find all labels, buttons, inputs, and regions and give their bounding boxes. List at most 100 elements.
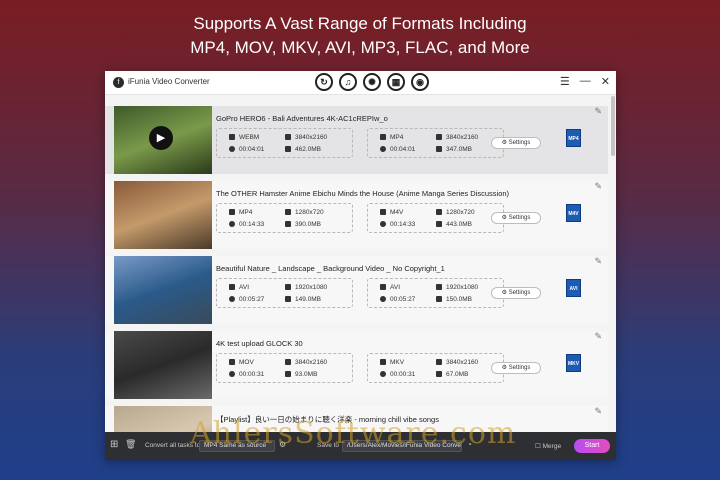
- video-list: ▶ GoPro HERO6 - Bali Adventures 4K-AC1cRE…: [105, 96, 616, 432]
- format-icon: [380, 359, 386, 365]
- settings-button[interactable]: ⚙ Settings: [491, 137, 541, 149]
- output-format-icon[interactable]: MKV: [566, 354, 581, 372]
- output-duration: 00:14:33: [380, 221, 415, 228]
- film-reel-icon[interactable]: ✺: [363, 73, 381, 91]
- merge-checkbox[interactable]: ☐ Merge: [535, 442, 561, 450]
- video-title: Beautiful Nature _ Landscape _ Backgroun…: [216, 264, 445, 273]
- source-duration: 00:00:31: [229, 371, 264, 378]
- edit-icon[interactable]: ✎: [594, 256, 602, 267]
- settings-label: Settings: [508, 215, 531, 221]
- output-format-icon[interactable]: AVI: [566, 279, 581, 297]
- audio-icon[interactable]: ♫: [339, 73, 357, 91]
- gear-icon: ⚙: [501, 140, 509, 146]
- output-size: 150.0MB: [436, 296, 472, 303]
- source-duration-value: 00:05:27: [239, 296, 265, 303]
- source-duration-value: 00:00:31: [239, 371, 265, 378]
- format-icon: [229, 359, 235, 365]
- video-thumbnail[interactable]: ▶: [114, 106, 212, 174]
- output-resolution-value: 1280x720: [446, 209, 475, 216]
- output-format: MP4: [380, 134, 403, 141]
- source-duration: 00:04:01: [229, 146, 264, 153]
- clock-icon: [229, 221, 235, 227]
- film-strip-icon[interactable]: ▦: [387, 73, 405, 91]
- banner-line-1: Supports A Vast Range of Formats Includi…: [193, 14, 527, 33]
- settings-button[interactable]: ⚙ Settings: [491, 362, 541, 374]
- app-window: f iFunia Video Converter ↻ ♫ ✺ ▦ ◉ ☰ — ✕…: [105, 71, 616, 460]
- source-duration: 00:05:27: [229, 296, 264, 303]
- promo-banner: Supports A Vast Range of Formats Includi…: [0, 12, 720, 60]
- settings-button[interactable]: ⚙ Settings: [491, 287, 541, 299]
- source-format: MOV: [229, 359, 254, 366]
- play-icon[interactable]: ▶: [149, 126, 173, 150]
- clock-icon: [380, 146, 386, 152]
- video-title: 4K test upload GLOCK 30: [216, 339, 303, 348]
- convert-icon[interactable]: ↻: [315, 73, 333, 91]
- settings-label: Settings: [508, 365, 531, 371]
- source-format: AVI: [229, 284, 249, 291]
- edit-icon[interactable]: ✎: [594, 181, 602, 192]
- source-resolution-value: 3840x2160: [295, 134, 328, 141]
- file-size-icon: [436, 296, 442, 302]
- output-duration: 00:05:27: [380, 296, 415, 303]
- source-size: 149.0MB: [285, 296, 321, 303]
- output-size-value: 150.0MB: [446, 296, 473, 303]
- clock-icon: [380, 296, 386, 302]
- gear-icon: ⚙: [501, 365, 509, 371]
- video-row[interactable]: Beautiful Nature _ Landscape _ Backgroun…: [105, 256, 608, 324]
- file-size-icon: [285, 296, 291, 302]
- file-size-icon: [436, 146, 442, 152]
- source-size-value: 390.0MB: [295, 221, 322, 228]
- output-format-icon[interactable]: MP4: [566, 129, 581, 147]
- source-info-box: MOV 00:00:31 3840x2160 93.0MB: [216, 353, 353, 383]
- scrollbar-thumb[interactable]: [611, 96, 615, 156]
- file-size-icon: [285, 146, 291, 152]
- resolution-icon: [436, 284, 442, 290]
- output-info-box: MKV 00:00:31 3840x2160 67.0MB: [367, 353, 504, 383]
- output-info-box: AVI 00:05:27 1920x1080 150.0MB: [367, 278, 504, 308]
- video-row[interactable]: 4K test upload GLOCK 30 ✎ MOV 00:00:31 3840x…: [105, 331, 608, 399]
- video-row[interactable]: ▶ GoPro HERO6 - Bali Adventures 4K-AC1cRE…: [105, 106, 608, 174]
- edit-icon[interactable]: ✎: [594, 106, 602, 117]
- output-size-value: 443.0MB: [446, 221, 473, 228]
- minimize-icon[interactable]: —: [580, 75, 591, 88]
- source-size-value: 462.0MB: [295, 146, 322, 153]
- clock-icon: [380, 221, 386, 227]
- start-button[interactable]: Start: [574, 439, 610, 453]
- settings-label: Settings: [508, 140, 531, 146]
- output-duration-value: 00:14:33: [390, 221, 416, 228]
- source-resolution-value: 3840x2160: [295, 359, 328, 366]
- dvd-icon[interactable]: ◉: [411, 73, 429, 91]
- source-resolution: 1920x1080: [285, 284, 327, 291]
- app-logo-icon: f: [113, 77, 124, 88]
- file-size-icon: [285, 371, 291, 377]
- close-icon[interactable]: ✕: [601, 75, 610, 88]
- scrollbar[interactable]: [610, 96, 616, 432]
- format-icon: [229, 134, 235, 140]
- output-format-icon[interactable]: M4V: [566, 204, 581, 222]
- resolution-icon: [436, 134, 442, 140]
- video-title: GoPro HERO6 - Bali Adventures 4K-AC1cREP…: [216, 114, 388, 123]
- edit-icon[interactable]: ✎: [594, 406, 602, 417]
- video-row[interactable]: The OTHER Hamster Anime Ebichu Minds the…: [105, 181, 608, 249]
- source-format: WEBM: [229, 134, 259, 141]
- video-thumbnail[interactable]: [114, 181, 212, 249]
- source-format-value: MP4: [239, 209, 253, 216]
- output-duration: 00:00:31: [380, 371, 415, 378]
- source-resolution-value: 1280x720: [295, 209, 324, 216]
- title-bar: f iFunia Video Converter ↻ ♫ ✺ ▦ ◉ ☰ — ✕: [105, 71, 616, 95]
- source-format-value: MOV: [239, 359, 254, 366]
- output-info-box: M4V 00:14:33 1280x720 443.0MB: [367, 203, 504, 233]
- format-icon: [229, 284, 235, 290]
- video-thumbnail[interactable]: [114, 331, 212, 399]
- output-format-value: AVI: [390, 284, 400, 291]
- menu-icon[interactable]: ☰: [560, 75, 570, 88]
- add-file-icon[interactable]: ⊞: [110, 439, 118, 450]
- delete-icon[interactable]: 🗑: [125, 439, 136, 450]
- edit-icon[interactable]: ✎: [594, 331, 602, 342]
- source-size-value: 149.0MB: [295, 296, 322, 303]
- video-thumbnail[interactable]: [114, 256, 212, 324]
- settings-button[interactable]: ⚙ Settings: [491, 212, 541, 224]
- source-size-value: 93.0MB: [295, 371, 318, 378]
- source-info-box: AVI 00:05:27 1920x1080 149.0MB: [216, 278, 353, 308]
- source-resolution-value: 1920x1080: [295, 284, 328, 291]
